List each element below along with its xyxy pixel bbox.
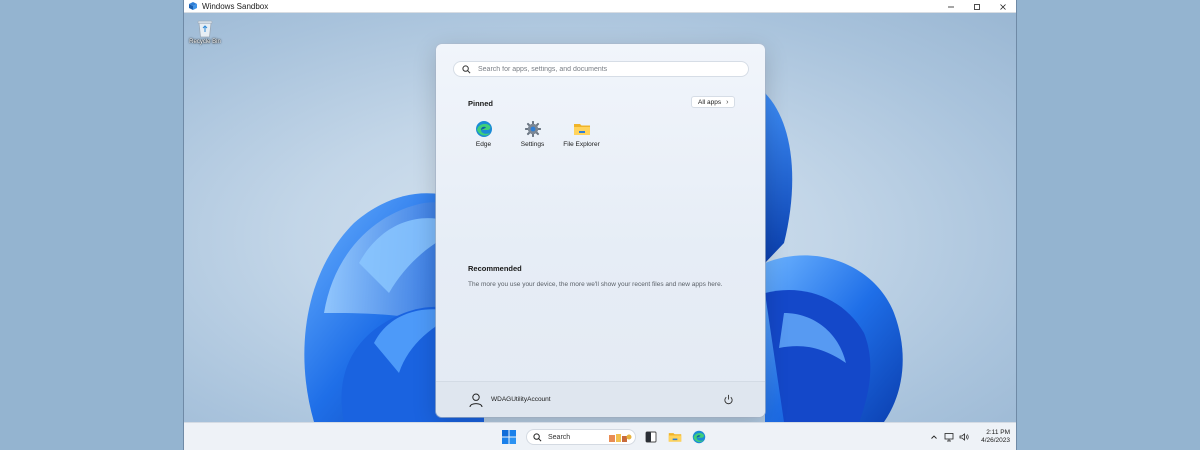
- clock-time: 2:11 PM: [986, 429, 1010, 436]
- search-highlight-icon: [609, 434, 632, 442]
- taskbar-center: Search: [498, 426, 712, 448]
- recycle-bin-icon: [197, 20, 213, 38]
- system-tray: 2:11 PM 4/26/2023: [928, 426, 1010, 448]
- network-button[interactable]: [943, 431, 955, 443]
- clock[interactable]: 2:11 PM 4/26/2023: [981, 429, 1010, 445]
- avatar-icon: [469, 392, 483, 407]
- maximize-icon: [974, 3, 980, 10]
- recycle-bin-shortcut[interactable]: Recycle Bin: [188, 18, 222, 45]
- user-account-button[interactable]: WDAGUtilityAccount: [468, 392, 551, 408]
- pinned-app-label: Edge: [475, 141, 492, 148]
- gear-icon: [524, 120, 542, 138]
- all-apps-button[interactable]: All apps ›: [691, 96, 736, 108]
- start-search-input[interactable]: [478, 65, 738, 73]
- folder-icon: [668, 433, 682, 442]
- close-button[interactable]: [990, 0, 1016, 13]
- edge-icon: [692, 430, 706, 444]
- start-button[interactable]: [498, 426, 520, 448]
- pinned-app-label: Settings: [520, 141, 545, 148]
- edge-taskbar-button[interactable]: [688, 426, 710, 448]
- chevron-up-icon: [931, 435, 937, 439]
- taskbar-search-label: Search: [548, 433, 571, 441]
- taskbar: Search 2:11 PM 4/26/2023: [184, 422, 1016, 450]
- start-menu: Pinned All apps › Edge: [436, 44, 765, 417]
- start-search-box[interactable]: [453, 61, 749, 77]
- recommended-title: Recommended: [468, 264, 522, 273]
- task-view-icon: [645, 431, 657, 443]
- network-icon: [944, 433, 954, 442]
- window-title: Windows Sandbox: [202, 1, 269, 11]
- pinned-app-label: File Explorer: [563, 141, 600, 148]
- edge-icon: [475, 120, 493, 138]
- pinned-app-edge[interactable]: Edge: [459, 120, 508, 148]
- maximize-button[interactable]: [964, 0, 990, 13]
- chevron-right-icon: ›: [726, 98, 729, 106]
- file-explorer-taskbar-button[interactable]: [664, 426, 686, 448]
- recycle-bin-label: Recycle Bin: [189, 39, 221, 45]
- pinned-title: Pinned: [468, 99, 494, 108]
- volume-button[interactable]: [958, 431, 970, 443]
- start-footer: WDAGUtilityAccount: [436, 381, 765, 417]
- search-icon: [533, 432, 542, 441]
- desktop[interactable]: Recycle Bin Pinned All apps ›: [184, 13, 1016, 422]
- sandbox-app-icon: [189, 2, 197, 10]
- all-apps-label: All apps: [698, 98, 722, 106]
- minimize-button[interactable]: [938, 0, 964, 13]
- search-icon: [462, 64, 471, 73]
- power-icon[interactable]: [723, 394, 734, 405]
- user-name: WDAGUtilityAccount: [491, 396, 551, 403]
- recommended-empty-text: The more you use your device, the more w…: [468, 281, 723, 288]
- folder-icon: [573, 120, 591, 138]
- close-icon: [1000, 3, 1006, 10]
- windows-logo-icon: [502, 430, 516, 444]
- pinned-app-file-explorer[interactable]: File Explorer: [557, 120, 606, 148]
- pinned-app-settings[interactable]: Settings: [508, 120, 557, 148]
- clock-date: 4/26/2023: [981, 437, 1010, 444]
- show-hidden-icons-button[interactable]: [928, 431, 940, 443]
- sandbox-window: Windows Sandbox Recycle Bin Search for a…: [183, 0, 1017, 450]
- title-bar[interactable]: Windows Sandbox: [184, 0, 1016, 13]
- task-view-button[interactable]: [640, 426, 662, 448]
- taskbar-search[interactable]: Search: [526, 429, 636, 445]
- pinned-apps-grid: Edge Settings File Explorer: [459, 120, 606, 148]
- speaker-icon: [959, 433, 969, 441]
- minimize-icon: [948, 6, 954, 7]
